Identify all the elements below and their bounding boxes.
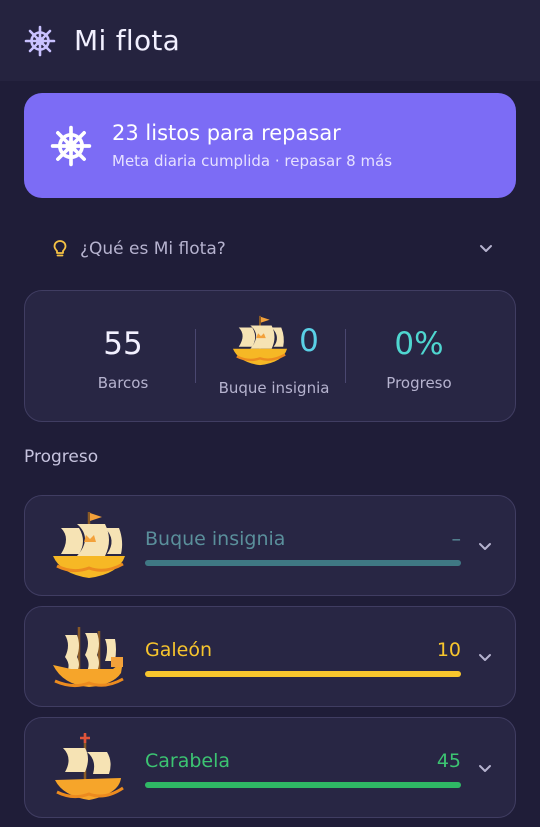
tier-progress-fill (145, 782, 461, 788)
tier-count: – (451, 528, 462, 550)
tier-card-flagship[interactable]: Buque insignia – (24, 495, 516, 596)
page-title: Mi flota (74, 24, 181, 57)
tier-count: 10 (436, 639, 461, 661)
stat-flagship-row: 0 (209, 311, 339, 371)
tier-progress-track (145, 671, 461, 677)
banner-subtitle: Meta diaria cumplida · repasar 8 más (112, 152, 393, 171)
stat-ships-value: 55 (103, 326, 143, 362)
tier-card-galleon[interactable]: Galeón 10 (24, 606, 516, 707)
tier-progress-track (145, 782, 461, 788)
section-title: Progreso (24, 447, 99, 467)
app-bar: Mi flota (0, 0, 540, 81)
chevron-down-icon (479, 543, 491, 550)
stat-flagship: 0 Buque insignia (209, 291, 339, 421)
tier-name: Galeón (145, 639, 213, 661)
review-banner[interactable]: 23 listos para repasar Meta diaria cumpl… (24, 93, 516, 198)
tier-progress-fill (145, 671, 461, 677)
lightbulb-icon (53, 240, 67, 257)
tier-count: 45 (436, 750, 461, 772)
stat-divider (345, 329, 346, 383)
ships-wheel-icon (24, 25, 56, 56)
stat-ships: 55 Barcos (73, 291, 173, 421)
chevron-down-icon (479, 654, 491, 661)
tier-name: Carabela (145, 750, 231, 772)
galleon-icon (53, 627, 124, 688)
stat-flagship-label: Buque insignia (218, 379, 330, 397)
faq-label: ¿Qué es Mi flota? (80, 239, 226, 259)
stat-progress-label: Progreso (386, 374, 452, 392)
chevron-down-icon (480, 245, 492, 252)
stat-progress-value: 0% (394, 326, 444, 362)
banner-text: 23 listos para repasar Meta diaria cumpl… (112, 121, 392, 170)
faq-expander[interactable]: ¿Qué es Mi flota? (24, 228, 516, 270)
fleet-stats-card: 55 Barcos 0 Buque insignia 0% Progreso (24, 290, 516, 422)
stat-divider (195, 329, 196, 383)
banner-title: 23 listos para repasar (112, 120, 341, 145)
tier-card-caravel[interactable]: Carabela 45 (24, 717, 516, 818)
tier-progress-track (145, 560, 461, 566)
flagship-icon (53, 512, 125, 578)
tier-progress-fill (145, 560, 461, 566)
stat-ships-label: Barcos (97, 374, 149, 392)
caravel-icon (55, 733, 124, 800)
chevron-down-icon (479, 765, 491, 772)
flagship-icon (233, 315, 288, 366)
stat-flagship-value: 0 (299, 322, 319, 359)
tier-name: Buque insignia (145, 528, 286, 550)
ships-wheel-icon (50, 125, 92, 166)
stat-progress: 0% Progreso (375, 291, 463, 421)
